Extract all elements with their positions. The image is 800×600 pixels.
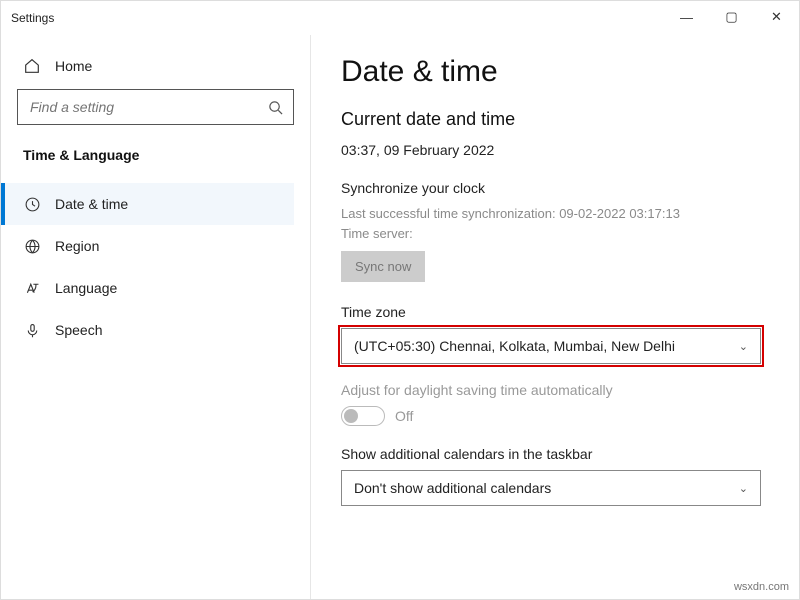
close-button[interactable]: ✕ — [754, 1, 799, 33]
page-title: Date & time — [341, 55, 769, 89]
language-icon — [23, 279, 41, 297]
search-input[interactable] — [17, 89, 294, 125]
sync-heading: Synchronize your clock — [341, 180, 769, 196]
nav-label: Date & time — [55, 196, 128, 212]
search-icon — [268, 100, 283, 115]
timezone-value: (UTC+05:30) Chennai, Kolkata, Mumbai, Ne… — [354, 338, 675, 354]
nav-item-speech[interactable]: Speech — [1, 309, 294, 351]
calendar-value: Don't show additional calendars — [354, 480, 551, 496]
home-icon — [23, 57, 41, 75]
nav-label: Language — [55, 280, 117, 296]
clock-icon — [23, 195, 41, 213]
maximize-button[interactable]: ▢ — [709, 1, 754, 33]
nav-item-region[interactable]: Region — [1, 225, 294, 267]
dst-state: Off — [395, 408, 413, 424]
current-heading: Current date and time — [341, 109, 769, 130]
minimize-button[interactable]: — — [664, 1, 709, 33]
titlebar: Settings — ▢ ✕ — [1, 1, 799, 35]
timezone-dropdown[interactable]: (UTC+05:30) Chennai, Kolkata, Mumbai, Ne… — [341, 328, 761, 364]
window-title: Settings — [11, 11, 54, 25]
globe-icon — [23, 237, 41, 255]
nav-label: Region — [55, 238, 99, 254]
home-link[interactable]: Home — [17, 53, 294, 89]
timezone-label: Time zone — [341, 304, 769, 320]
microphone-icon — [23, 321, 41, 339]
search-field[interactable] — [28, 98, 268, 116]
sync-last: Last successful time synchronization: 09… — [341, 204, 769, 224]
calendar-label: Show additional calendars in the taskbar — [341, 446, 769, 462]
dst-toggle — [341, 406, 385, 426]
chevron-down-icon: ⌄ — [739, 340, 748, 353]
nav-item-language[interactable]: Language — [1, 267, 294, 309]
calendar-dropdown[interactable]: Don't show additional calendars ⌄ — [341, 470, 761, 506]
sync-now-button[interactable]: Sync now — [341, 251, 425, 282]
current-datetime: 03:37, 09 February 2022 — [341, 142, 769, 158]
nav-item-date-time[interactable]: Date & time — [1, 183, 294, 225]
sidebar: Home Time & Language Date & time — [1, 35, 311, 599]
dst-label: Adjust for daylight saving time automati… — [341, 382, 769, 398]
content: Date & time Current date and time 03:37,… — [311, 35, 799, 599]
home-label: Home — [55, 58, 92, 74]
watermark: wsxdn.com — [734, 581, 789, 593]
sync-server: Time server: — [341, 224, 769, 244]
category-heading: Time & Language — [23, 147, 294, 163]
nav-label: Speech — [55, 322, 102, 338]
chevron-down-icon: ⌄ — [739, 482, 748, 495]
